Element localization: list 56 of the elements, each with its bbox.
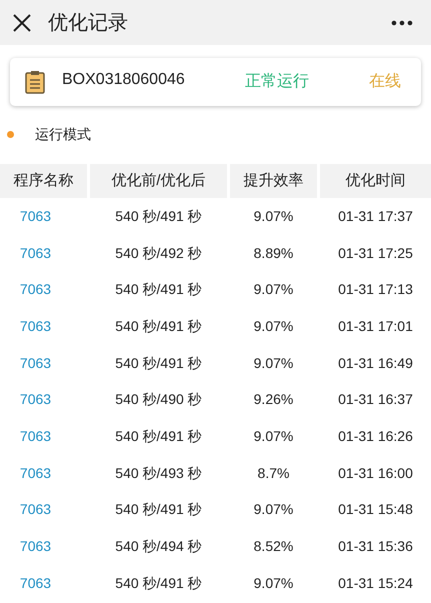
table-cell-text: 540 秒/494 秒: [114, 537, 203, 556]
table-cell-text: 9.07%: [252, 574, 294, 593]
table-cell-text: 01-31 16:26: [337, 426, 414, 446]
program-link[interactable]: 7063: [0, 564, 87, 602]
column-header: 提升效率: [230, 164, 317, 198]
table-cell-text: 01-31 17:13: [337, 280, 414, 300]
program-link[interactable]: 7063: [0, 198, 87, 235]
program-link[interactable]: 7063: [0, 308, 87, 345]
table-cell-text: 540 秒/491 秒: [114, 354, 203, 373]
program-link[interactable]: 7063: [0, 234, 87, 272]
table-cell-text: 540 秒/490 秒: [114, 390, 203, 410]
table-cell-text: 9.07%: [252, 426, 294, 446]
table-cell-text: 8.52%: [252, 537, 294, 556]
table-cell-text: 540 秒/491 秒: [114, 316, 203, 336]
table-cell-text: 9.07%: [252, 500, 294, 520]
more-icon[interactable]: [391, 20, 413, 26]
connection-status: 在线: [369, 72, 401, 92]
table-cell-text: 01-31 15:48: [337, 500, 414, 520]
clipboard-icon: [25, 70, 45, 94]
table-cell-text: 01-31 16:49: [337, 354, 414, 373]
program-link[interactable]: 7063: [0, 528, 87, 565]
device-id: BOX0318060046: [62, 70, 186, 90]
program-link[interactable]: 7063: [0, 418, 87, 455]
table-cell-text: 01-31 17:01: [337, 316, 414, 336]
device-status: 正常运行: [245, 72, 310, 92]
column-header: 优化前/优化后: [90, 164, 227, 198]
table-cell-text: 01-31 16:00: [337, 464, 414, 483]
program-link[interactable]: 7063: [0, 344, 87, 382]
table-cell-text: 540 秒/492 秒: [114, 244, 203, 263]
program-link[interactable]: 7063: [0, 381, 87, 418]
column-header: 优化时间: [320, 164, 431, 198]
table-cell-text: 9.26%: [252, 390, 294, 410]
section-title: 运行模式: [35, 124, 91, 144]
table-cell-text: 01-31 16:37: [337, 390, 414, 410]
program-link[interactable]: 7063: [0, 492, 87, 528]
table-cell-text: 01-31 15:36: [337, 537, 414, 556]
table-cell-text: 540 秒/493 秒: [114, 464, 203, 483]
table-cell-text: 9.07%: [252, 316, 294, 336]
table-cell-text: 01-31 17:37: [337, 206, 414, 226]
close-icon[interactable]: [12, 12, 32, 32]
page-title: 优化记录: [48, 10, 129, 36]
table-cell-text: 540 秒/491 秒: [114, 500, 203, 520]
table-cell-text: 540 秒/491 秒: [114, 574, 203, 593]
table-cell-text: 01-31 17:25: [337, 244, 414, 263]
table-cell-text: 540 秒/491 秒: [114, 206, 203, 226]
table-cell-text: 540 秒/491 秒: [114, 426, 203, 446]
program-link[interactable]: 7063: [0, 454, 87, 492]
table-cell-text: 01-31 15:24: [337, 574, 414, 593]
table-cell-text: 9.07%: [252, 280, 294, 300]
program-link[interactable]: 7063: [0, 271, 87, 308]
table-cell-text: 9.07%: [252, 206, 294, 226]
table-cell-text: 8.7%: [256, 464, 290, 483]
table-cell-text: 8.89%: [252, 244, 294, 263]
column-header: 程序名称: [0, 164, 87, 198]
table-cell-text: 540 秒/491 秒: [114, 280, 203, 300]
table-cell-text: 9.07%: [252, 354, 294, 373]
